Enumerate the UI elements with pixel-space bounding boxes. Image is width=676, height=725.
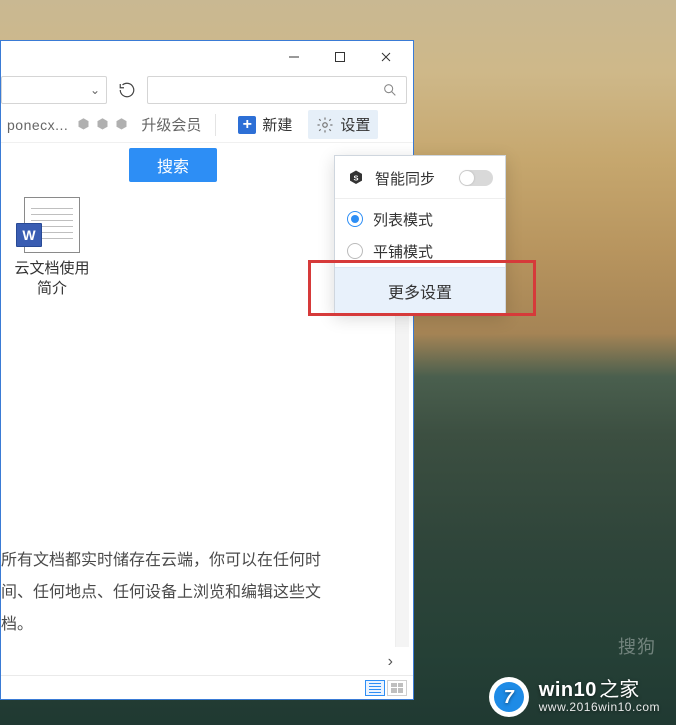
list-mode-label: 列表模式 xyxy=(373,209,433,230)
doc-label: 云文档使用 简介 xyxy=(7,259,97,300)
status-bar xyxy=(1,675,413,699)
list-view-toggle[interactable] xyxy=(365,680,385,696)
settings-dropdown: S 智能同步 列表模式 平铺模式 更多设置 xyxy=(334,155,506,314)
watermark-sub: www.2016win10.com xyxy=(539,701,660,714)
separator xyxy=(215,114,216,136)
badge-icons xyxy=(76,117,129,132)
smart-sync-row[interactable]: S 智能同步 xyxy=(335,162,505,194)
toolbar: ponecx... 升级会员 + 新建 设置 xyxy=(1,107,413,143)
smart-sync-label: 智能同步 xyxy=(375,168,435,189)
watermark-zh: 之家 xyxy=(599,679,639,701)
list-mode-option[interactable]: 列表模式 xyxy=(335,203,505,235)
close-button[interactable] xyxy=(363,43,409,71)
upgrade-link[interactable]: 升级会员 xyxy=(141,114,201,135)
settings-label: 设置 xyxy=(340,114,370,135)
minimize-button[interactable] xyxy=(271,43,317,71)
search-button[interactable]: 搜索 xyxy=(129,148,217,182)
separator xyxy=(335,198,505,199)
gear-icon xyxy=(316,116,334,134)
refresh-button[interactable] xyxy=(113,76,141,104)
truncated-text: ponecx... xyxy=(7,117,68,133)
plus-icon: + xyxy=(238,116,256,134)
app-window: ⌄ ponecx... 升级会员 + 新建 xyxy=(0,40,414,700)
scroll-right-arrow[interactable]: › xyxy=(388,653,393,671)
radio-unselected-icon xyxy=(347,243,363,259)
hexagon-icon xyxy=(114,117,129,132)
description-text: 所有文档都实时储存在云端，你可以在任何时间、任何地点、任何设备上浏览和编辑这些文… xyxy=(1,545,341,641)
path-selector[interactable]: ⌄ xyxy=(1,76,107,104)
watermark-badge: 7 xyxy=(489,677,529,717)
ghost-watermark: 搜狗 xyxy=(618,633,656,659)
tile-mode-option[interactable]: 平铺模式 xyxy=(335,235,505,267)
radio-selected-icon xyxy=(347,211,363,227)
address-row: ⌄ xyxy=(1,73,413,107)
smart-sync-toggle[interactable] xyxy=(459,170,493,186)
new-button[interactable]: + 新建 xyxy=(230,110,300,139)
tile-mode-label: 平铺模式 xyxy=(373,241,433,262)
hexagon-icon xyxy=(95,117,110,132)
settings-button[interactable]: 设置 xyxy=(308,110,378,139)
new-label: 新建 xyxy=(262,114,292,135)
more-settings-button[interactable]: 更多设置 xyxy=(335,267,505,313)
word-doc-icon: W xyxy=(24,197,80,253)
watermark: 7 win10 之家 www.2016win10.com xyxy=(489,677,660,717)
titlebar xyxy=(1,41,413,73)
document-item[interactable]: W 云文档使用 简介 xyxy=(7,197,97,300)
maximize-button[interactable] xyxy=(317,43,363,71)
hexagon-icon: S xyxy=(347,169,365,187)
watermark-main: win10 xyxy=(539,679,597,701)
grid-view-toggle[interactable] xyxy=(387,680,407,696)
chevron-down-icon: ⌄ xyxy=(90,83,100,97)
search-input[interactable] xyxy=(147,76,407,104)
hexagon-icon xyxy=(76,117,91,132)
svg-text:S: S xyxy=(353,173,358,182)
search-icon xyxy=(382,82,398,98)
